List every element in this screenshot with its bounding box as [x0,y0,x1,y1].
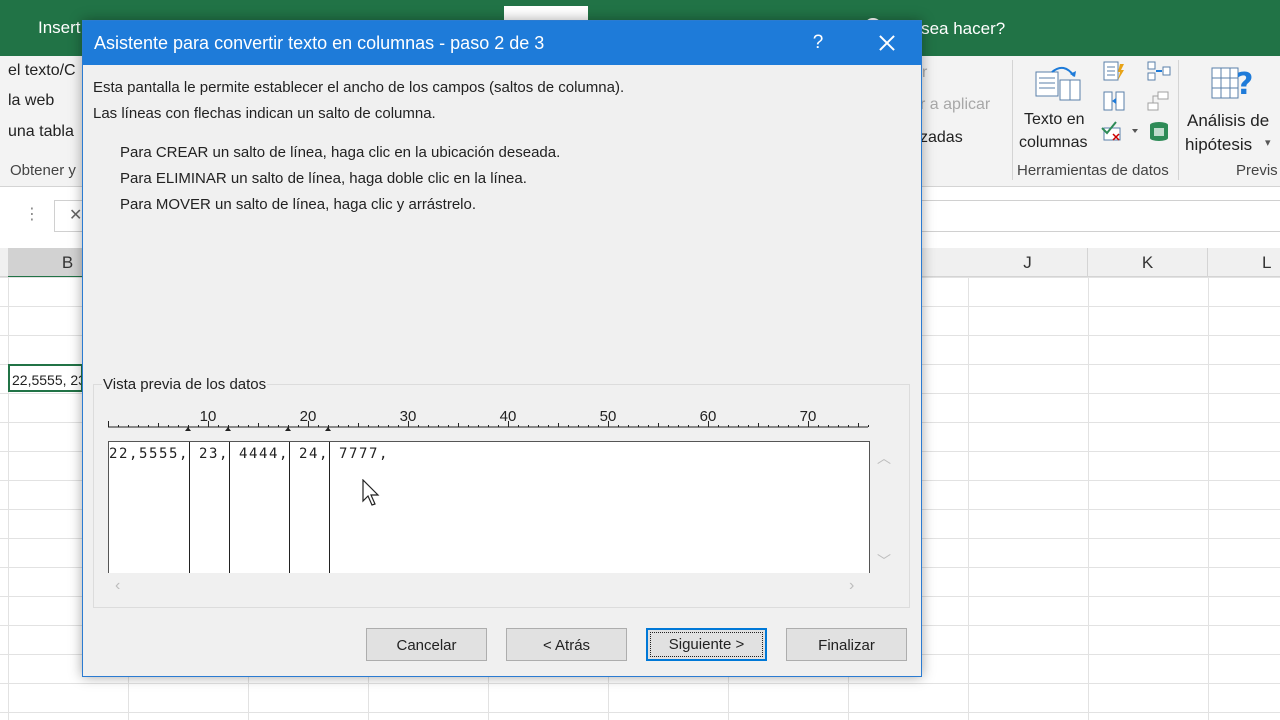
column-header-l[interactable]: L [1208,248,1280,276]
preview-label: Vista previa de los datos [102,376,268,393]
ribbon-reapply[interactable]: r a aplicar [920,96,990,114]
mouse-cursor-icon [362,479,380,506]
data-validation-icon[interactable] [1100,120,1140,142]
ruler-label: 10 [200,409,217,425]
column-header-k[interactable]: K [1088,248,1208,276]
column-ruler[interactable]: 10 20 30 40 50 60 70 [108,409,870,431]
back-button[interactable]: < Atrás [506,628,627,661]
finish-button[interactable]: Finalizar [786,628,907,661]
data-preview-area[interactable]: 22,5555, 23, 4444, 24, 7777, [108,441,870,573]
ribbon-from-web[interactable]: la web [8,92,54,110]
text-to-columns-icon[interactable] [1034,64,1082,104]
dialog-title: Asistente para convertir texto en column… [94,33,545,53]
consolidate-icon[interactable] [1146,60,1172,82]
selected-cell-b[interactable]: 22,5555, 23 [8,364,83,392]
ribbon-separator [1012,60,1013,180]
instruction-move: Para MOVER un salto de línea, haga clic … [120,196,477,213]
column-header-j[interactable]: J [968,248,1088,276]
formula-bar-grip-icon[interactable]: ⋮ [24,204,40,224]
ruler-label: 20 [300,409,317,425]
data-model-icon[interactable] [1146,120,1172,142]
instruction-delete: Para ELIMINAR un salto de línea, haga do… [120,170,527,187]
scroll-down-icon[interactable]: ﹀ [877,551,891,571]
remove-duplicates-icon[interactable] [1102,90,1126,112]
ruler-label: 70 [800,409,817,425]
formula-input[interactable] [920,200,1280,232]
text-to-columns-label-1[interactable]: Texto en [1024,111,1084,129]
intro-text-2: Las líneas con flechas indican un salto … [93,105,436,122]
group-label-data-tools: Herramientas de datos [1017,162,1169,179]
group-label-forecast: Previs [1236,162,1278,179]
ribbon-clear[interactable]: r [922,64,927,82]
group-label-get-transform: Obtener y [10,162,76,179]
chevron-down-icon[interactable]: ▾ [1265,136,1271,149]
scroll-up-icon[interactable]: ︿ [877,448,891,468]
ruler-label: 50 [600,409,617,425]
column-break-line[interactable] [289,442,290,573]
scroll-left-icon[interactable]: ‹ [115,577,120,595]
ribbon-from-text-csv[interactable]: el texto/C [8,62,76,80]
ruler-label: 60 [700,409,717,425]
column-break-line[interactable] [329,442,330,573]
column-break-line[interactable] [229,442,230,573]
svg-text:?: ? [1236,67,1253,102]
ruler-label: 40 [500,409,517,425]
preview-data-row: 22,5555, 23, 4444, 24, 7777, [109,446,389,462]
tab-insert[interactable]: Insert [38,18,81,38]
what-if-label-1[interactable]: Análisis de [1187,111,1269,131]
column-break-line[interactable] [189,442,190,573]
close-icon[interactable] [861,27,911,59]
flash-fill-icon[interactable] [1102,60,1126,82]
what-if-label-2[interactable]: hipótesis [1185,135,1252,155]
ribbon-from-table[interactable]: una tabla [8,123,74,141]
help-button[interactable]: ? [801,29,835,57]
text-to-columns-label-2[interactable]: columnas [1019,134,1087,152]
ribbon-advanced[interactable]: zadas [920,129,963,147]
next-button[interactable]: Siguiente > [646,628,767,661]
scroll-right-icon[interactable]: › [849,577,854,595]
intro-text-1: Esta pantalla le permite establecer el a… [93,79,625,96]
ruler-label: 30 [400,409,417,425]
what-if-analysis-icon[interactable]: ? [1210,62,1258,106]
dialog-titlebar[interactable]: Asistente para convertir texto en column… [83,21,921,65]
ribbon-separator [1178,60,1179,180]
cancel-button[interactable]: Cancelar [366,628,487,661]
instruction-create: Para CREAR un salto de línea, haga clic … [120,144,561,161]
text-to-columns-dialog: Asistente para convertir texto en column… [82,20,922,677]
relationships-icon[interactable] [1146,90,1172,112]
focus-ring [650,632,763,657]
